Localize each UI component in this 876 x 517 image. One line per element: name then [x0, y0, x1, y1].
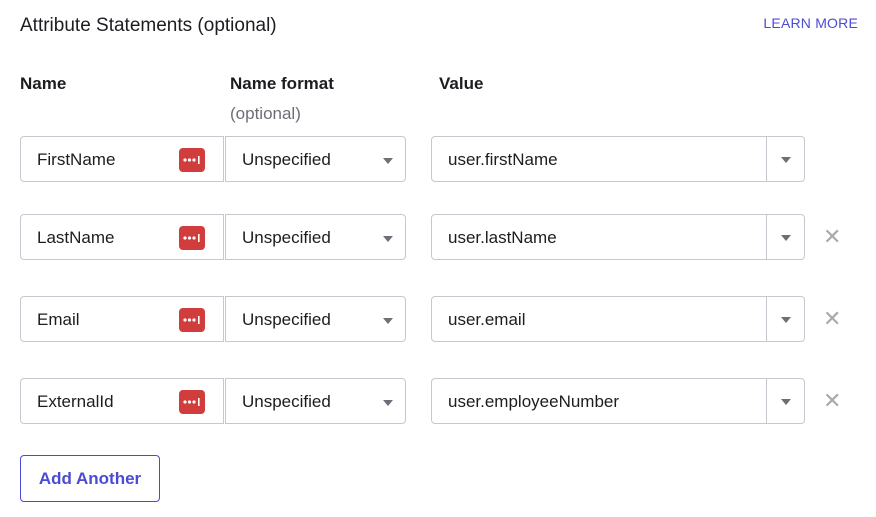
attribute-name-value: LastName	[37, 228, 115, 247]
attribute-value-text: user.employeeNumber	[448, 392, 620, 411]
attribute-name-value: FirstName	[37, 150, 116, 169]
chevron-down-icon	[383, 400, 393, 406]
name-format-select[interactable]: Unspecified	[225, 378, 406, 424]
attribute-row: FirstName Unspecified user.firstName	[0, 136, 876, 184]
name-format-select[interactable]: Unspecified	[225, 296, 406, 342]
column-header-value: Value	[439, 74, 484, 93]
column-header-name-format: Name format	[230, 74, 334, 93]
name-format-value: Unspecified	[242, 392, 331, 411]
attribute-name-input[interactable]: LastName	[20, 214, 224, 260]
close-icon[interactable]: ✕	[823, 226, 841, 248]
attribute-name-value: ExternalId	[37, 392, 114, 411]
attribute-value-text: user.lastName	[448, 228, 557, 247]
column-header-optional: (optional)	[230, 104, 301, 123]
attribute-row: LastName Unspecified user.lastName ✕	[0, 214, 876, 262]
attribute-value-text: user.email	[448, 310, 526, 329]
close-icon[interactable]: ✕	[823, 390, 841, 412]
divider	[766, 379, 767, 423]
name-format-value: Unspecified	[242, 150, 331, 169]
password-manager-icon[interactable]	[179, 308, 205, 332]
chevron-down-icon[interactable]	[781, 157, 791, 163]
chevron-down-icon	[383, 318, 393, 324]
name-format-value: Unspecified	[242, 310, 331, 329]
add-another-button[interactable]: Add Another	[20, 455, 160, 502]
attribute-name-input[interactable]: FirstName	[20, 136, 224, 182]
name-format-value: Unspecified	[242, 228, 331, 247]
divider	[766, 297, 767, 341]
attribute-row: ExternalId Unspecified user.employeeNumb…	[0, 378, 876, 426]
chevron-down-icon[interactable]	[781, 235, 791, 241]
attribute-name-value: Email	[37, 310, 80, 329]
column-header-name: Name	[20, 74, 67, 93]
chevron-down-icon	[383, 236, 393, 242]
attribute-value-combobox[interactable]: user.firstName	[431, 136, 805, 182]
close-icon[interactable]: ✕	[823, 308, 841, 330]
chevron-down-icon[interactable]	[781, 317, 791, 323]
password-manager-icon[interactable]	[179, 226, 205, 250]
chevron-down-icon[interactable]	[781, 399, 791, 405]
password-manager-icon[interactable]	[179, 390, 205, 414]
name-format-select[interactable]: Unspecified	[225, 136, 406, 182]
attribute-name-input[interactable]: Email	[20, 296, 224, 342]
learn-more-link[interactable]: LEARN MORE	[763, 15, 858, 31]
attribute-value-text: user.firstName	[448, 150, 558, 169]
attribute-name-input[interactable]: ExternalId	[20, 378, 224, 424]
attribute-value-combobox[interactable]: user.email	[431, 296, 805, 342]
section-title: Attribute Statements (optional)	[20, 15, 277, 36]
divider	[766, 215, 767, 259]
name-format-select[interactable]: Unspecified	[225, 214, 406, 260]
attribute-row: Email Unspecified user.email ✕	[0, 296, 876, 344]
chevron-down-icon	[383, 158, 393, 164]
attribute-value-combobox[interactable]: user.lastName	[431, 214, 805, 260]
divider	[766, 137, 767, 181]
attribute-value-combobox[interactable]: user.employeeNumber	[431, 378, 805, 424]
password-manager-icon[interactable]	[179, 148, 205, 172]
